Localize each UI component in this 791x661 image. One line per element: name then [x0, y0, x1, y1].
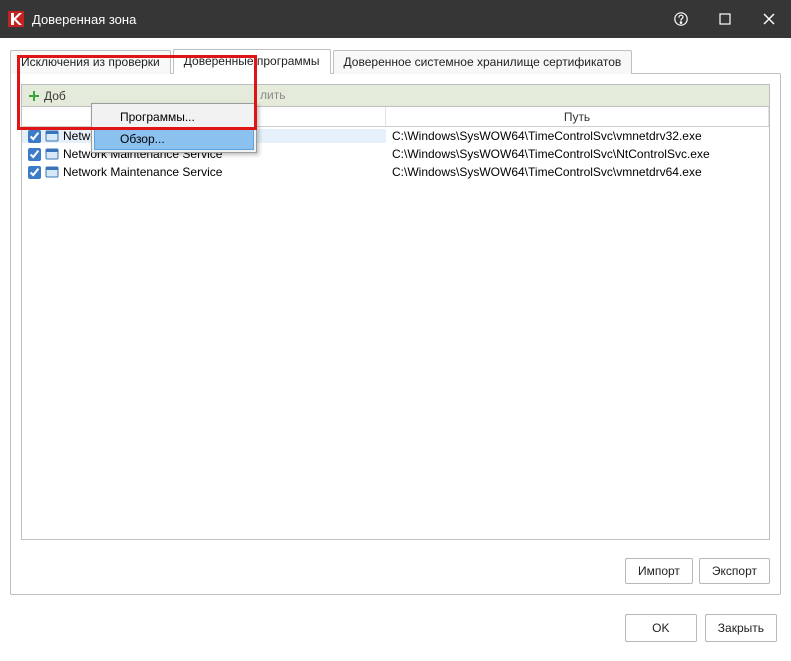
dialog-body: Исключения из проверки Доверенные програ… [0, 38, 791, 595]
import-button[interactable]: Импорт [625, 558, 693, 584]
app-icon [45, 147, 59, 161]
column-header-path[interactable]: Путь [386, 107, 769, 126]
tab-trusted-programs[interactable]: Доверенные программы [173, 49, 331, 74]
dialog-footer: OK Закрыть [0, 595, 791, 661]
app-icon [45, 129, 59, 143]
title-controls [659, 0, 791, 38]
app-logo-icon [8, 11, 24, 27]
window-title: Доверенная зона [32, 12, 136, 27]
cell-path: C:\Windows\SysWOW64\TimeControlSvc\vmnet… [386, 165, 769, 179]
add-context-menu: Программы... Обзор... [91, 103, 257, 153]
row-checkbox[interactable] [28, 166, 41, 179]
add-button[interactable]: Доб [28, 89, 66, 103]
tab-panel: Доб лить Программа Путь [10, 73, 781, 595]
export-button[interactable]: Экспорт [699, 558, 770, 584]
close-button[interactable] [747, 0, 791, 38]
ctx-item-programs[interactable]: Программы... [94, 106, 254, 128]
plus-icon [28, 90, 40, 102]
row-program-name: Network Maintenance Service [63, 165, 222, 179]
ok-button[interactable]: OK [625, 614, 697, 642]
row-checkbox[interactable] [28, 148, 41, 161]
tab-exclusions[interactable]: Исключения из проверки [10, 50, 171, 74]
tab-trusted-cert-store[interactable]: Доверенное системное хранилище сертифика… [333, 50, 633, 74]
title-bar: Доверенная зона [0, 0, 791, 38]
cell-path: C:\Windows\SysWOW64\TimeControlSvc\vmnet… [386, 129, 769, 143]
cell-program: Network Maintenance Service [22, 165, 386, 179]
delete-button-partial: лить [260, 88, 285, 102]
close-dialog-button[interactable]: Закрыть [705, 614, 777, 642]
help-button[interactable] [659, 0, 703, 38]
table-row[interactable]: Network Maintenance Service C:\Windows\S… [22, 163, 769, 181]
add-button-label: Доб [44, 89, 66, 103]
maximize-button[interactable] [703, 0, 747, 38]
cell-path: C:\Windows\SysWOW64\TimeControlSvc\NtCon… [386, 147, 769, 161]
panel-footer: Импорт Экспорт [625, 558, 770, 584]
row-checkbox[interactable] [28, 130, 41, 143]
ctx-item-browse[interactable]: Обзор... [94, 128, 254, 150]
tabstrip: Исключения из проверки Доверенные програ… [10, 48, 781, 73]
list-rows: Network Maintenance Service C:\Windows\S… [22, 127, 769, 539]
app-icon [45, 165, 59, 179]
